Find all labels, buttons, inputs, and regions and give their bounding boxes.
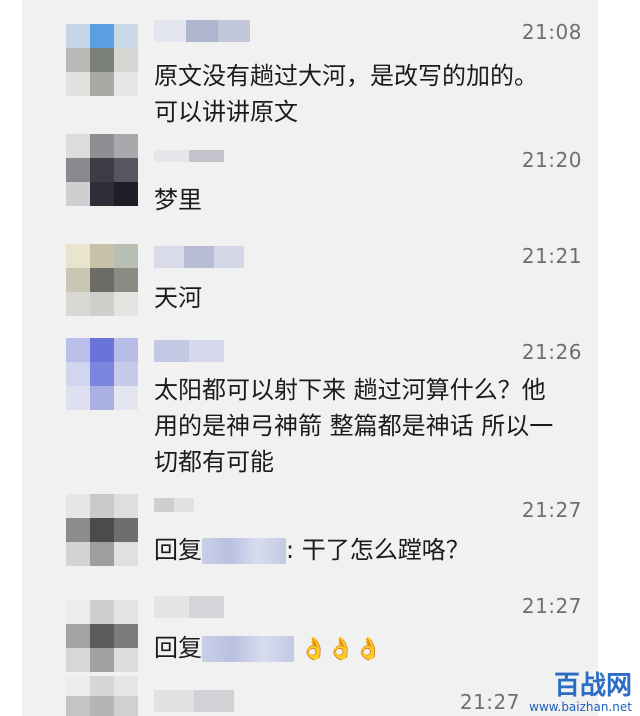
message-time: 21:20 bbox=[521, 148, 582, 172]
message-time: 21:08 bbox=[521, 20, 582, 44]
avatar[interactable] bbox=[66, 600, 138, 672]
avatar[interactable] bbox=[66, 24, 138, 96]
mention-blurred bbox=[202, 538, 286, 564]
ok-hand-icon: 👌👌👌 bbox=[300, 637, 383, 662]
message-time: 21:21 bbox=[521, 244, 582, 268]
avatar[interactable] bbox=[66, 338, 138, 410]
watermark: 百战网 www.baizhan.net bbox=[529, 671, 632, 714]
message-text: 太阳都可以射下来 趟过河算什么？他 用的是神弓神箭 整篇都是神话 所以一 切都有… bbox=[154, 376, 554, 476]
sender-name-blurred bbox=[154, 690, 234, 712]
avatar[interactable] bbox=[66, 244, 138, 316]
message-text: 天河 bbox=[154, 284, 202, 312]
message-text: 原文没有趟过大河，是改写的加的。 可以讲讲原文 bbox=[154, 62, 538, 126]
sender-name-blurred bbox=[154, 20, 250, 42]
message-time: 21:27 bbox=[521, 594, 582, 618]
message-time: 21:26 bbox=[521, 340, 582, 364]
chat-panel: 21:08 原文没有趟过大河，是改写的加的。 可以讲讲原文 21:20 梦里 2… bbox=[22, 0, 598, 716]
avatar[interactable] bbox=[66, 134, 138, 206]
message-time: 21:27 bbox=[459, 690, 520, 714]
avatar[interactable] bbox=[66, 494, 138, 566]
sender-name-blurred bbox=[154, 246, 244, 268]
message-text: 回复: 干了怎么蹚咯？ bbox=[154, 536, 470, 564]
sender-name-blurred bbox=[154, 498, 194, 512]
message-text: 梦里 bbox=[154, 186, 202, 214]
message-time: 21:27 bbox=[521, 498, 582, 522]
avatar[interactable] bbox=[66, 676, 138, 716]
sender-name-blurred bbox=[154, 596, 224, 618]
mention-blurred bbox=[202, 636, 294, 662]
message-text: 回复 👌👌👌 bbox=[154, 634, 383, 662]
sender-name-blurred bbox=[154, 150, 224, 162]
sender-name-blurred bbox=[154, 340, 224, 362]
